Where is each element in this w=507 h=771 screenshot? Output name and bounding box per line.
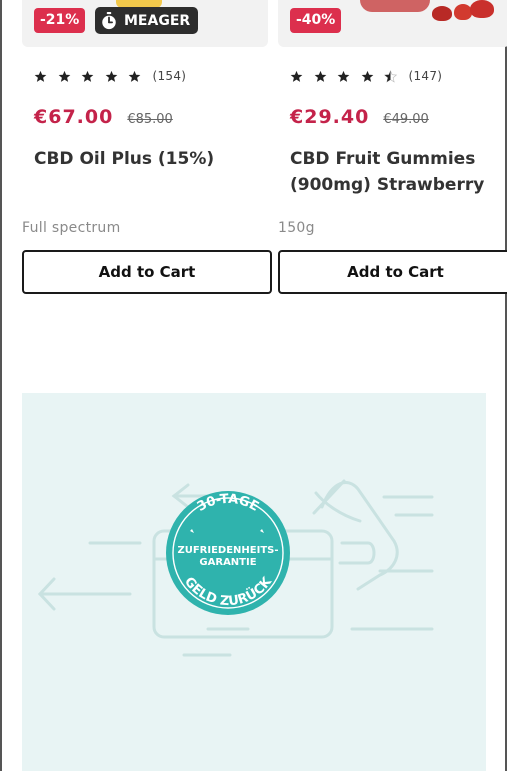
seal-middle-line-2: GARANTIE xyxy=(199,557,256,568)
price-row: €29.40 €49.00 xyxy=(290,106,429,128)
product-subtitle: Full spectrum xyxy=(22,220,121,236)
product-subtitle: 150g xyxy=(278,220,315,236)
current-price: €29.40 xyxy=(290,106,370,128)
discount-badge: -40% xyxy=(290,8,342,33)
review-count[interactable]: (147) xyxy=(409,69,443,83)
product-title[interactable]: CBD Oil Plus (15%) xyxy=(34,146,274,172)
original-price: €49.00 xyxy=(383,112,429,127)
guarantee-banner: 30-TAGE GELD ZURÜCK ZUFRIEDENHEITS- GARA… xyxy=(22,393,486,771)
gummy-jar-image xyxy=(360,0,430,12)
rating-stars: (147) xyxy=(290,69,442,83)
product-image[interactable]: -40% xyxy=(278,0,507,47)
tag-label: MEAGER xyxy=(124,12,191,29)
window-border-left xyxy=(0,0,2,771)
discount-badge: -21% xyxy=(34,8,86,33)
half-star-icon xyxy=(384,69,397,83)
current-price: €67.00 xyxy=(34,106,114,128)
star-icon xyxy=(81,70,94,82)
star-icon xyxy=(34,70,47,82)
star-icon xyxy=(105,70,117,82)
gummy-image xyxy=(432,6,452,21)
product-image[interactable]: -21% MEAGER xyxy=(22,0,268,47)
money-back-illustration: 30-TAGE GELD ZURÜCK ZUFRIEDENHEITS- GARA… xyxy=(37,479,434,657)
add-to-cart-button[interactable]: Add to Cart xyxy=(278,250,507,294)
guarantee-seal: 30-TAGE GELD ZURÜCK ZUFRIEDENHEITS- GARA… xyxy=(166,491,290,615)
add-to-cart-button[interactable]: Add to Cart xyxy=(22,250,272,294)
star-icon xyxy=(290,70,303,82)
original-price: €85.00 xyxy=(127,112,173,127)
star-icon xyxy=(337,70,350,82)
star-icon xyxy=(361,70,373,82)
product-title[interactable]: CBD Fruit Gummies (900mg) Strawberry xyxy=(290,146,507,198)
seal-middle-line-1: ZUFRIEDENHEITS- xyxy=(177,545,278,556)
star-icon xyxy=(314,70,326,82)
star-icon xyxy=(58,70,70,82)
tag-badge: MEAGER xyxy=(95,7,199,34)
timer-icon xyxy=(102,11,116,29)
review-count[interactable]: (154) xyxy=(153,69,187,83)
price-row: €67.00 €85.00 xyxy=(34,106,173,128)
star-icon xyxy=(128,70,141,82)
rating-stars: (154) xyxy=(34,69,186,83)
gummy-image xyxy=(470,0,494,18)
